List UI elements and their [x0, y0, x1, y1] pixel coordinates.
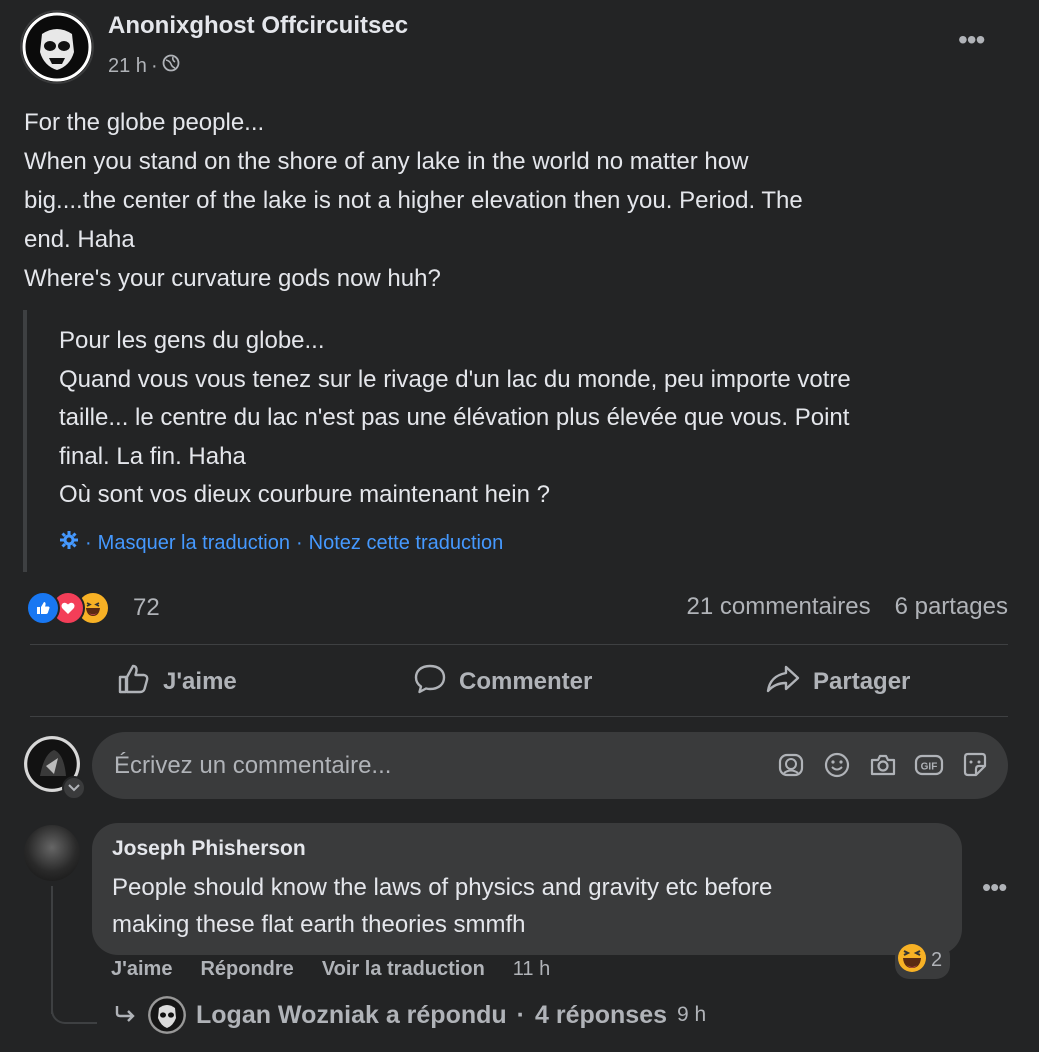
- svg-text:GIF: GIF: [921, 762, 938, 773]
- gif-icon[interactable]: GIF: [914, 750, 944, 780]
- see-translation-link[interactable]: Voir la traduction: [322, 958, 485, 981]
- translation-line: final. La fin. Haha: [59, 442, 246, 470]
- reaction-icons[interactable]: [26, 591, 110, 625]
- comments-count[interactable]: 21 commentaires: [687, 593, 871, 621]
- translation-line: Où sont vos dieux courbure maintenant he…: [59, 481, 550, 508]
- comment-reactions[interactable]: 2: [895, 942, 951, 979]
- sticker-icon[interactable]: [960, 750, 990, 780]
- comment-line: making these flat earth theories smmfh: [112, 911, 526, 938]
- comment-text: People should know the laws of physics a…: [112, 869, 772, 943]
- comment-more-icon[interactable]: •••: [982, 872, 1007, 903]
- rate-translation-link[interactable]: Notez cette traduction: [309, 532, 504, 555]
- translation-quote-bar: [23, 310, 27, 572]
- comment-like-link[interactable]: J'aime: [111, 958, 172, 981]
- author-avatar[interactable]: [22, 12, 92, 82]
- reply-separator: ·: [516, 1000, 525, 1029]
- translation-text: Pour les gens du globe... Quand vous vou…: [59, 322, 1019, 515]
- haha-reaction-icon: [897, 943, 927, 978]
- hide-translation-link[interactable]: Masquer la traduction: [98, 532, 290, 555]
- post-meta: 21 h ·: [108, 54, 180, 78]
- like-button-label: J'aime: [163, 668, 237, 695]
- post-text: For the globe people... When you stand o…: [24, 103, 1014, 298]
- view-replies-link[interactable]: Logan Wozniak a répondu · 4 réponses 9 h: [114, 996, 706, 1034]
- divider: [30, 716, 1008, 717]
- translation-links: · Masquer la traduction · Notez cette tr…: [59, 530, 503, 556]
- avatar-sticker-icon[interactable]: [776, 750, 806, 780]
- share-button-label: Partager: [813, 668, 911, 695]
- reply-summary: Logan Wozniak a répondu: [196, 1000, 507, 1029]
- comment-reply-link[interactable]: Répondre: [200, 958, 293, 981]
- post-line: For the globe people...: [24, 109, 265, 136]
- comment-line: People should know the laws of physics a…: [112, 874, 773, 901]
- comment-bubble: Joseph Phisherson People should know the…: [92, 823, 962, 955]
- replier-avatar: [148, 996, 186, 1034]
- share-button[interactable]: Partager: [765, 660, 910, 704]
- translation-line: taille... le centre du lac n'est pas une…: [59, 404, 850, 431]
- post-stats: 21 commentaires 6 partages: [687, 593, 1009, 621]
- thread-connector: [51, 990, 97, 1024]
- reply-arrow-icon: [114, 1001, 138, 1030]
- like-button[interactable]: J'aime: [117, 660, 237, 704]
- translation-line: Pour les gens du globe...: [59, 327, 325, 354]
- comment-composer: GIF: [92, 732, 1008, 799]
- camera-icon[interactable]: [868, 750, 898, 780]
- globe-icon: [162, 54, 180, 78]
- post-line: end. Haha: [24, 226, 135, 253]
- comment-bubble-icon: [413, 663, 447, 702]
- chevron-down-icon[interactable]: [62, 776, 86, 800]
- comment-input[interactable]: [112, 744, 736, 788]
- commenter-name[interactable]: Joseph Phisherson: [112, 837, 306, 861]
- link-separator: ·: [296, 531, 303, 554]
- reply-count: 4 réponses: [535, 1000, 668, 1029]
- comment-button-label: Commenter: [459, 668, 593, 695]
- post-author[interactable]: Anonixghost Offcircuitsec: [108, 12, 408, 40]
- reaction-count[interactable]: 72: [133, 594, 160, 622]
- like-reaction-icon: [26, 591, 60, 625]
- divider: [30, 644, 1008, 645]
- more-options-icon[interactable]: •••: [958, 24, 985, 56]
- emoji-icon[interactable]: [822, 750, 852, 780]
- shares-count[interactable]: 6 partages: [895, 593, 1008, 621]
- translation-line: Quand vous vous tenez sur le rivage d'un…: [59, 365, 851, 393]
- comment-reaction-count: 2: [931, 949, 943, 971]
- share-arrow-icon: [765, 663, 801, 702]
- thumbs-up-icon: [117, 663, 151, 702]
- post-line: Where's your curvature gods now huh?: [24, 265, 441, 292]
- post-line: big....the center of the lake is not a h…: [24, 187, 803, 214]
- post-time[interactable]: 21 h: [108, 55, 147, 78]
- comment-button[interactable]: Commenter: [413, 660, 592, 704]
- reply-time: 9 h: [677, 1003, 707, 1026]
- gear-icon: [59, 530, 79, 556]
- post-line: When you stand on the shore of any lake …: [24, 148, 749, 175]
- commenter-avatar[interactable]: [24, 825, 80, 881]
- comment-time[interactable]: 11 h: [513, 958, 550, 981]
- link-separator: ·: [85, 531, 92, 554]
- comment-actions: J'aime Répondre Voir la traduction 11 h: [111, 958, 550, 981]
- composer-tools: GIF: [776, 750, 990, 780]
- meta-separator: ·: [150, 54, 158, 77]
